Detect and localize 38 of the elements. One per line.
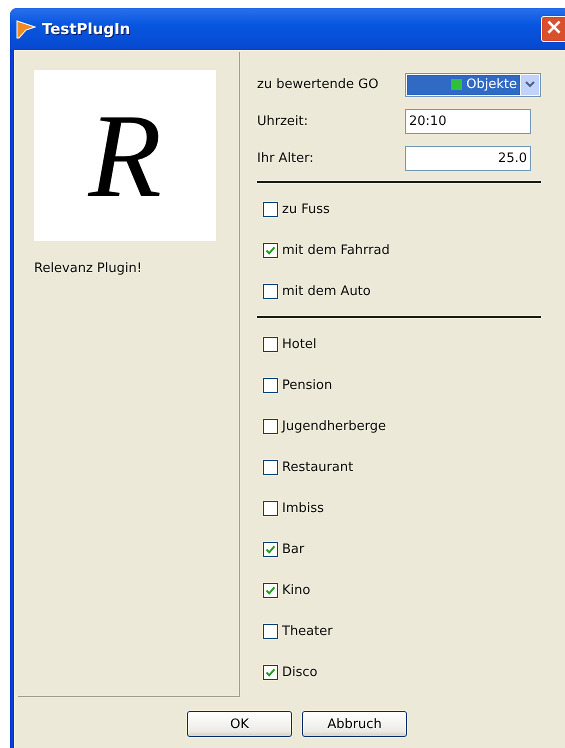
caret-icon	[525, 81, 535, 88]
close-button[interactable]: ×	[541, 16, 565, 42]
app-icon	[16, 19, 36, 39]
checkbox-label[interactable]: Kino	[282, 583, 310, 598]
field-label: zu bewertende GO	[257, 77, 380, 92]
checkbox[interactable]	[263, 501, 278, 516]
checkbox[interactable]	[263, 583, 278, 598]
checkbox-label[interactable]: Disco	[282, 665, 318, 680]
field-label: Ihr Alter:	[257, 151, 315, 166]
checkbox[interactable]	[263, 337, 278, 352]
input-field[interactable]: 25.0	[405, 146, 531, 171]
input-field[interactable]: 20:10	[405, 109, 531, 134]
checkbox[interactable]	[263, 378, 278, 393]
checkbox-label[interactable]: Jugendherberge	[282, 419, 386, 434]
checkbox-label[interactable]: mit dem Fahrrad	[282, 243, 390, 258]
dropdown[interactable]: Objekte	[405, 72, 541, 96]
checkbox[interactable]	[263, 542, 278, 557]
checkbox-label[interactable]: zu Fuss	[282, 202, 330, 217]
checkbox-label[interactable]: Hotel	[282, 337, 316, 352]
checkbox[interactable]	[263, 419, 278, 434]
checkbox-label[interactable]: Restaurant	[282, 460, 354, 475]
checkbox-label[interactable]: Bar	[282, 542, 304, 557]
checkbox-label[interactable]: Pension	[282, 378, 332, 393]
checkbox[interactable]	[263, 202, 278, 217]
logo: R	[34, 70, 216, 241]
checkbox[interactable]	[263, 665, 278, 680]
window-title: TestPlugIn	[42, 20, 132, 38]
checkbox[interactable]	[263, 284, 278, 299]
checkbox-label[interactable]: mit dem Auto	[282, 284, 371, 299]
checkbox[interactable]	[263, 624, 278, 639]
checkbox-label[interactable]: Theater	[282, 624, 333, 639]
dialog-button[interactable]: Abbruch	[302, 711, 407, 737]
caption: Relevanz Plugin!	[34, 261, 143, 276]
checkbox-label[interactable]: Imbiss	[282, 501, 324, 516]
checkbox[interactable]	[263, 460, 278, 475]
checkbox[interactable]	[263, 243, 278, 258]
dialog-button[interactable]: OK	[187, 711, 292, 737]
field-label: Uhrzeit:	[257, 114, 310, 129]
